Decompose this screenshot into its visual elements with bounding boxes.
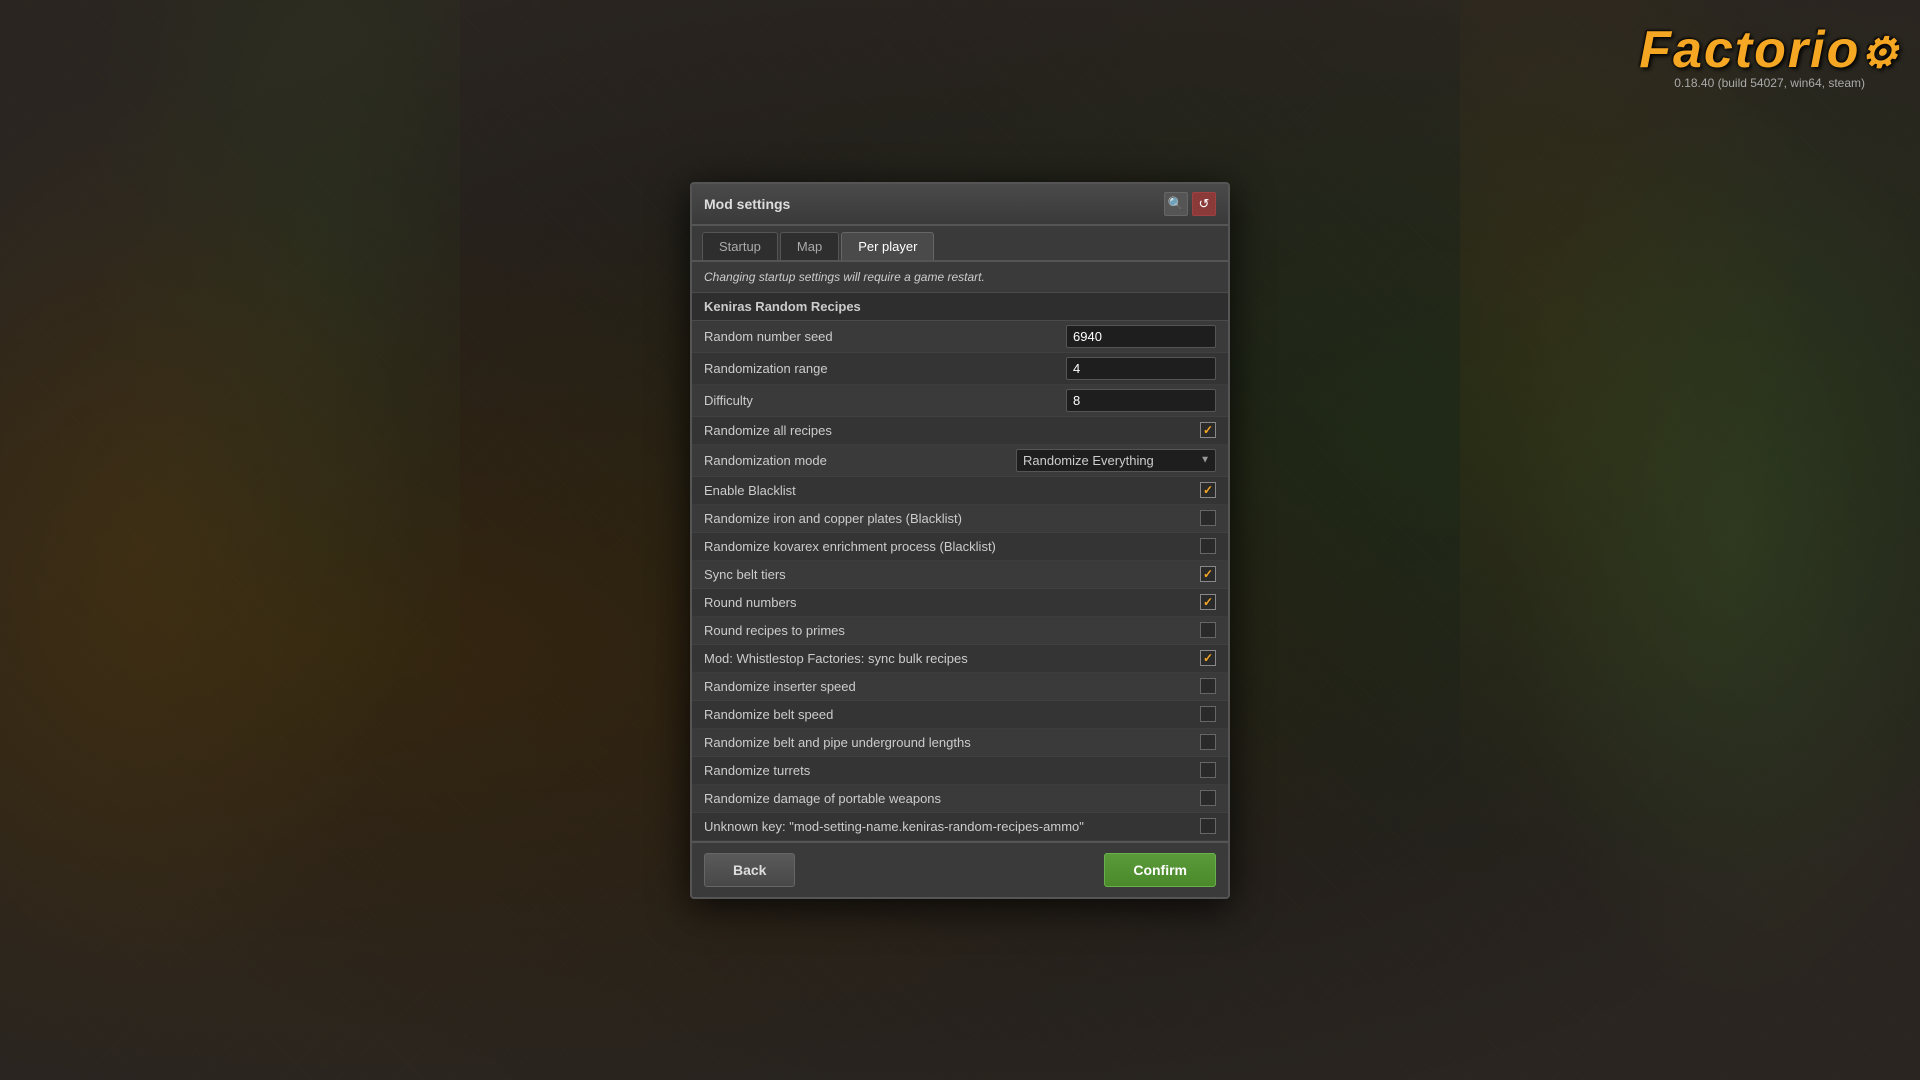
input-difficulty[interactable] [1066,389,1216,412]
warning-text: Changing startup settings will require a… [692,262,1228,293]
modal-titlebar: Mod settings 🔍 ↺ [692,184,1228,226]
confirm-button[interactable]: Confirm [1104,853,1216,887]
checkbox-unknown-key-ammo[interactable] [1200,818,1216,834]
setting-value-randomize-kovarex [1200,538,1216,554]
setting-label-mod-whistlestop: Mod: Whistlestop Factories: sync bulk re… [704,651,1200,666]
checkbox-round-recipes-primes[interactable] [1200,622,1216,638]
setting-label-randomization-range: Randomization range [704,361,1066,376]
checkbox-mod-whistlestop[interactable] [1200,650,1216,666]
settings-list[interactable]: Random number seed Randomization range Dif… [692,321,1228,841]
setting-value-unknown-key-ammo [1200,818,1216,834]
tab-startup[interactable]: Startup [702,232,778,260]
setting-row-randomize-iron-copper: Randomize iron and copper plates (Blackl… [692,505,1228,533]
select-randomization-mode[interactable]: Randomize EverythingRandomize Ingredient… [1016,449,1216,472]
modal-content: Keniras Random Recipes Random number see… [692,293,1228,841]
setting-value-enable-blacklist [1200,482,1216,498]
setting-label-randomize-turrets: Randomize turrets [704,763,1200,778]
setting-row-sync-belt-tiers: Sync belt tiers [692,561,1228,589]
setting-row-randomize-portable-weapons: Randomize damage of portable weapons [692,785,1228,813]
checkbox-round-numbers[interactable] [1200,594,1216,610]
input-random-seed[interactable] [1066,325,1216,348]
tab-per-player[interactable]: Per player [841,232,934,260]
setting-row-randomize-all-recipes: Randomize all recipes [692,417,1228,445]
setting-label-randomize-portable-weapons: Randomize damage of portable weapons [704,791,1200,806]
setting-row-randomize-kovarex: Randomize kovarex enrichment process (Bl… [692,533,1228,561]
setting-value-mod-whistlestop [1200,650,1216,666]
setting-value-randomize-all-recipes [1200,422,1216,438]
setting-row-unknown-key-ammo: Unknown key: "mod-setting-name.keniras-r… [692,813,1228,841]
setting-value-randomize-turrets [1200,762,1216,778]
search-button[interactable]: 🔍 [1164,192,1188,216]
setting-value-randomize-belt-speed [1200,706,1216,722]
setting-label-randomize-all-recipes: Randomize all recipes [704,423,1200,438]
checkbox-sync-belt-tiers[interactable] [1200,566,1216,582]
setting-value-randomization-mode: Randomize EverythingRandomize Ingredient… [1016,449,1216,472]
setting-row-round-numbers: Round numbers [692,589,1228,617]
setting-value-randomize-portable-weapons [1200,790,1216,806]
checkbox-randomize-belt-speed[interactable] [1200,706,1216,722]
back-button[interactable]: Back [704,853,795,887]
checkbox-randomize-kovarex[interactable] [1200,538,1216,554]
select-wrapper-randomization-mode: Randomize EverythingRandomize Ingredient… [1016,449,1216,472]
setting-label-randomize-iron-copper: Randomize iron and copper plates (Blackl… [704,511,1200,526]
setting-row-randomize-turrets: Randomize turrets [692,757,1228,785]
setting-value-difficulty [1066,389,1216,412]
setting-value-randomize-belt-pipe-underground [1200,734,1216,750]
checkbox-enable-blacklist[interactable] [1200,482,1216,498]
checkbox-randomize-iron-copper[interactable] [1200,510,1216,526]
setting-label-randomization-mode: Randomization mode [704,453,1016,468]
modal-footer: Back Confirm [692,841,1228,897]
setting-label-randomize-inserter-speed: Randomize inserter speed [704,679,1200,694]
checkbox-randomize-turrets[interactable] [1200,762,1216,778]
setting-row-randomize-belt-speed: Randomize belt speed [692,701,1228,729]
setting-label-sync-belt-tiers: Sync belt tiers [704,567,1200,582]
setting-row-difficulty: Difficulty [692,385,1228,417]
setting-label-randomize-belt-speed: Randomize belt speed [704,707,1200,722]
setting-label-randomize-belt-pipe-underground: Randomize belt and pipe underground leng… [704,735,1200,750]
setting-row-mod-whistlestop: Mod: Whistlestop Factories: sync bulk re… [692,645,1228,673]
tab-map[interactable]: Map [780,232,839,260]
setting-label-round-numbers: Round numbers [704,595,1200,610]
setting-value-randomize-iron-copper [1200,510,1216,526]
checkbox-randomize-portable-weapons[interactable] [1200,790,1216,806]
setting-row-randomization-range: Randomization range [692,353,1228,385]
setting-row-randomize-inserter-speed: Randomize inserter speed [692,673,1228,701]
setting-row-enable-blacklist: Enable Blacklist [692,477,1228,505]
modal-overlay: Mod settings 🔍 ↺ Startup Map Per player … [0,0,1920,1080]
setting-label-enable-blacklist: Enable Blacklist [704,483,1200,498]
setting-label-round-recipes-primes: Round recipes to primes [704,623,1200,638]
checkbox-randomize-all-recipes[interactable] [1200,422,1216,438]
mod-settings-modal: Mod settings 🔍 ↺ Startup Map Per player … [690,182,1230,899]
setting-value-random-seed [1066,325,1216,348]
checkbox-randomize-belt-pipe-underground[interactable] [1200,734,1216,750]
setting-label-random-seed: Random number seed [704,329,1066,344]
tabs-bar: Startup Map Per player [692,226,1228,262]
input-randomization-range[interactable] [1066,357,1216,380]
setting-value-sync-belt-tiers [1200,566,1216,582]
setting-value-randomization-range [1066,357,1216,380]
setting-row-round-recipes-primes: Round recipes to primes [692,617,1228,645]
setting-value-round-numbers [1200,594,1216,610]
setting-label-randomize-kovarex: Randomize kovarex enrichment process (Bl… [704,539,1200,554]
modal-title: Mod settings [704,196,790,212]
setting-label-difficulty: Difficulty [704,393,1066,408]
section-header: Keniras Random Recipes [692,293,1228,321]
setting-row-randomize-belt-pipe-underground: Randomize belt and pipe underground leng… [692,729,1228,757]
setting-row-random-seed: Random number seed [692,321,1228,353]
checkbox-randomize-inserter-speed[interactable] [1200,678,1216,694]
setting-value-round-recipes-primes [1200,622,1216,638]
titlebar-buttons: 🔍 ↺ [1164,192,1216,216]
reset-button[interactable]: ↺ [1192,192,1216,216]
setting-value-randomize-inserter-speed [1200,678,1216,694]
setting-row-randomization-mode: Randomization modeRandomize EverythingRa… [692,445,1228,477]
setting-label-unknown-key-ammo: Unknown key: "mod-setting-name.keniras-r… [704,819,1200,834]
